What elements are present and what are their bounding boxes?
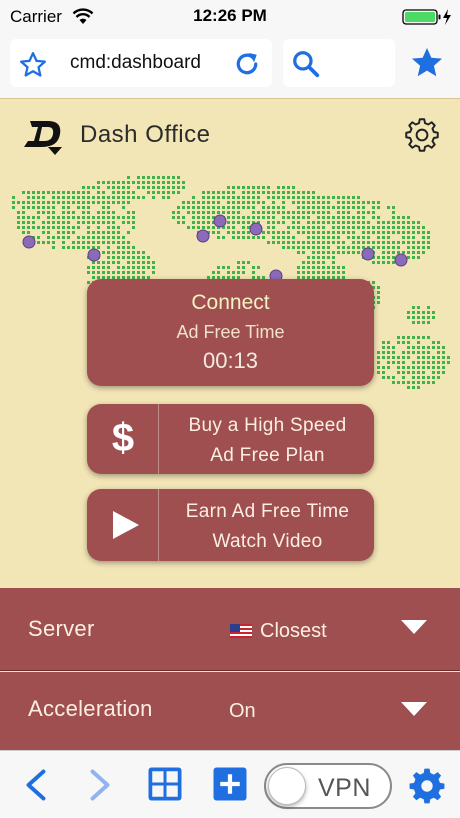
vpn-label: VPN [318,774,371,802]
chevron-down-icon[interactable] [400,618,428,636]
play-icon-area [87,489,159,561]
dollar-icon: $ [111,416,135,460]
ad-free-time-label: Ad Free Time [176,322,285,342]
server-location-pin [361,247,375,261]
earn-time-line1: Earn Ad Free Time [185,501,350,522]
acceleration-label: Acceleration [28,696,153,721]
search-icon [293,51,320,78]
carrier-label: Carrier [10,7,62,26]
buy-plan-button[interactable]: $ Buy a High Speed Ad Free Plan [87,404,374,474]
connect-label: Connect [191,291,270,314]
server-value: Closest [230,620,327,643]
favorites-star-icon[interactable] [408,45,446,81]
bookmark-star-icon[interactable] [18,50,48,80]
play-icon [113,511,139,539]
bottom-toolbar: VPN [0,750,460,818]
reload-icon[interactable] [232,49,262,79]
server-location-pin [394,253,408,267]
forward-arrow-icon[interactable] [82,767,118,803]
gear-icon[interactable] [404,117,440,153]
buy-plan-line1: Buy a High Speed [188,415,347,436]
chevron-down-icon[interactable] [400,700,428,718]
clock: 12:26 PM [193,6,267,25]
vpn-toggle-knob[interactable] [268,767,306,805]
server-location-pin [196,229,210,243]
buy-icon-area: $ [87,404,159,474]
buy-plan-text: Buy a High Speed Ad Free Plan [161,411,374,471]
buy-plan-line2: Ad Free Plan [210,445,325,466]
ad-free-timer: 00:13 [202,348,259,373]
app-title: Dash Office [80,121,211,148]
battery-icon [402,9,451,25]
vpn-toggle[interactable]: VPN [264,763,392,809]
server-selector[interactable]: Server Closest [0,588,460,671]
server-location-pin [213,214,227,228]
server-value-text: Closest [260,620,327,642]
app-logo [24,121,62,155]
earn-time-text: Earn Ad Free Time Watch Video [161,497,374,557]
connect-button[interactable]: Connect Ad Free Time 00:13 [87,279,374,386]
acceleration-selector[interactable]: Acceleration On [0,672,460,750]
wifi-icon [72,8,94,24]
server-location-pin [22,235,36,249]
url-text[interactable]: cmd:dashboard [70,52,230,74]
settings-gear-icon[interactable] [408,767,446,805]
acceleration-value: On [229,700,256,722]
url-toolbar: cmd:dashboard [0,32,460,98]
search-button[interactable] [283,39,395,87]
us-flag-icon [230,624,252,638]
dashboard: Dash Office Connect Ad Free Time 00:13 $… [0,98,460,750]
tabs-grid-icon[interactable] [147,766,183,802]
new-tab-plus-icon[interactable] [212,766,248,802]
server-label: Server [28,616,95,641]
status-bar: Carrier 12:26 PM [0,0,460,32]
earn-ad-free-time-button[interactable]: Earn Ad Free Time Watch Video [87,489,374,561]
earn-time-line2: Watch Video [212,531,323,552]
address-bar[interactable]: cmd:dashboard [10,39,272,87]
back-arrow-icon[interactable] [18,767,54,803]
server-location-pin [249,222,263,236]
server-location-pin [87,248,101,262]
